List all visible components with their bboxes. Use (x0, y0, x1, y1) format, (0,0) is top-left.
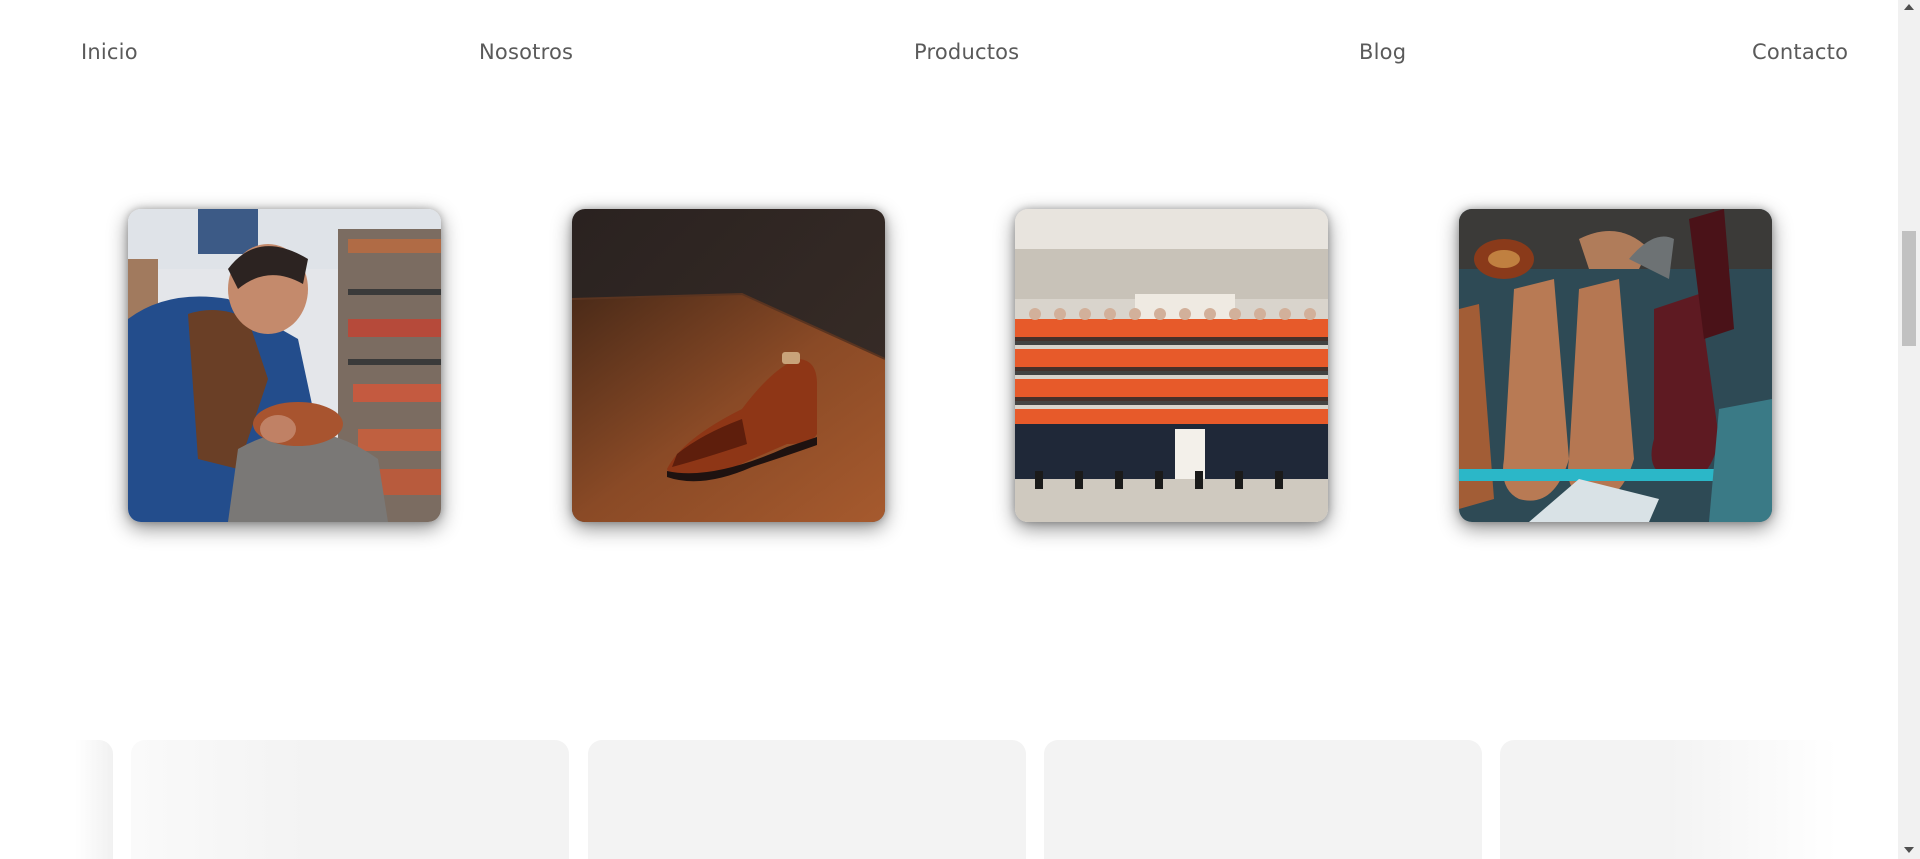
scrollbar-thumb[interactable] (1902, 231, 1916, 346)
leather-shoe-photo (572, 209, 885, 522)
artisan-working-photo (128, 209, 441, 522)
panel-edge-left (75, 740, 113, 859)
gallery-card-group[interactable] (1015, 209, 1328, 522)
nav-link-contacto[interactable]: Contacto (1752, 40, 1848, 64)
panel-card (1500, 740, 1838, 859)
nav-link-inicio[interactable]: Inicio (81, 40, 138, 64)
nav-link-blog[interactable]: Blog (1359, 40, 1406, 64)
panel-card (131, 740, 569, 859)
group-photo (1015, 209, 1328, 522)
nav-link-nosotros[interactable]: Nosotros (479, 40, 573, 64)
panel-card (1044, 740, 1482, 859)
main-navigation: Inicio Nosotros Productos Blog Contacto (0, 0, 1898, 106)
scroll-down-arrow-icon[interactable] (1904, 847, 1914, 853)
vertical-scrollbar[interactable] (1898, 0, 1920, 859)
scroll-up-arrow-icon[interactable] (1904, 4, 1914, 10)
nav-link-productos[interactable]: Productos (914, 40, 1019, 64)
gallery-card-boots[interactable] (1459, 209, 1772, 522)
lower-panels (75, 740, 1838, 859)
boots-photo (1459, 209, 1772, 522)
gallery-card-shoe[interactable] (572, 209, 885, 522)
panel-card (588, 740, 1360, 859)
gallery-card-artisan[interactable] (128, 209, 441, 522)
